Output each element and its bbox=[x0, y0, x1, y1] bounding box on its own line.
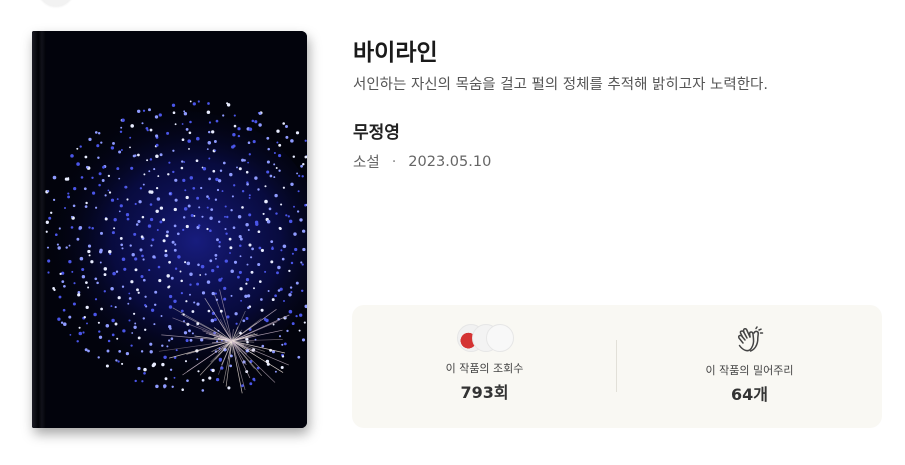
fireworks-cover-image bbox=[32, 31, 307, 428]
author-name[interactable]: 무정영 bbox=[353, 118, 400, 143]
reader-avatars-icon bbox=[454, 324, 516, 354]
push-label: 이 작품의 밀어주리 bbox=[705, 364, 794, 377]
views-count: 793회 bbox=[460, 383, 509, 402]
push-stat[interactable]: 이 작품의 밀어주리 64개 bbox=[617, 305, 882, 428]
work-detail-page: 바이라인 서인하는 자신의 목숨을 걸고 펄의 정체를 추적해 밝히고자 노력한… bbox=[0, 0, 905, 465]
push-count: 64개 bbox=[731, 385, 768, 404]
stats-panel: 이 작품의 조회수 793회 이 작품의 밀어주리 64개 bbox=[352, 305, 882, 428]
clap-icon[interactable] bbox=[734, 326, 766, 356]
work-title[interactable]: 바이라인 bbox=[353, 33, 438, 67]
views-label: 이 작품의 조회수 bbox=[445, 362, 524, 375]
book-cover[interactable] bbox=[32, 31, 307, 428]
avatar[interactable] bbox=[38, 0, 74, 6]
publish-date: 2023.05.10 bbox=[408, 153, 492, 170]
work-description: 서인하는 자신의 목숨을 걸고 펄의 정체를 추적해 밝히고자 노력한다. bbox=[353, 77, 768, 93]
work-meta: 소설 · 2023.05.10 bbox=[353, 151, 491, 172]
genre-label: 소설 bbox=[353, 155, 380, 171]
meta-separator: · bbox=[391, 153, 397, 170]
views-stat: 이 작품의 조회수 793회 bbox=[352, 305, 617, 428]
